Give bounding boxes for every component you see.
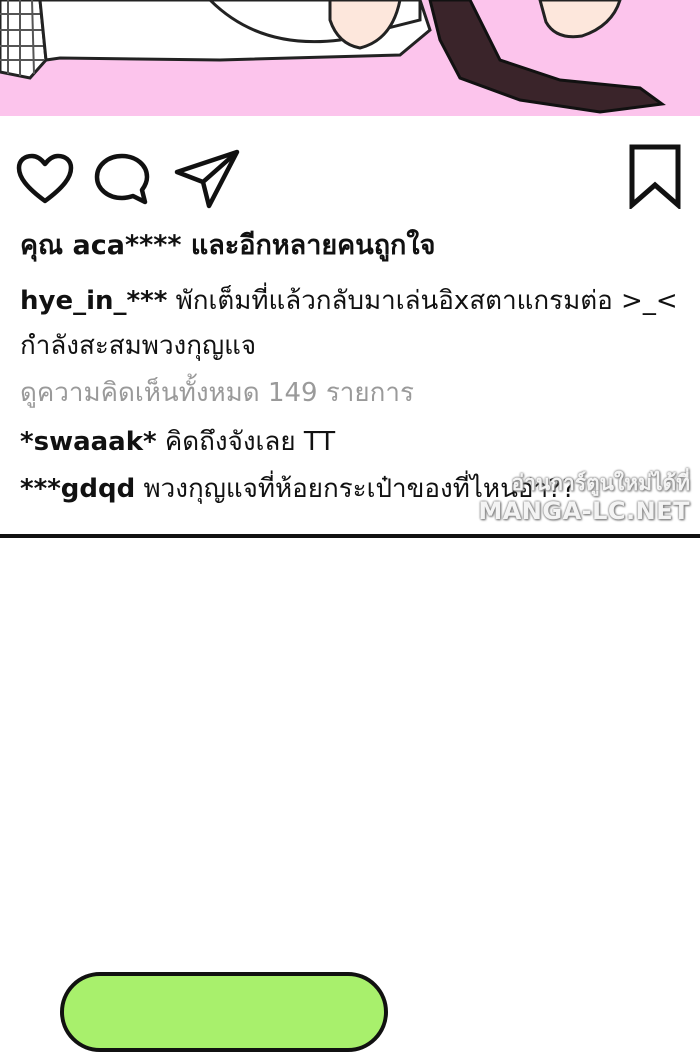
comment-item: *swaaak* คิดถึงจังเลย TT <box>20 421 335 462</box>
caption-line-1: hye_in_*** พักเต็มที่แล้วกลับมาเล่นอิxสต… <box>20 280 678 321</box>
comment-bubble-icon[interactable] <box>93 152 151 206</box>
caption-username[interactable]: hye_in_*** <box>20 286 167 316</box>
send-paper-plane-icon[interactable] <box>173 148 241 210</box>
illustration-drawing <box>0 0 666 114</box>
green-speech-bubble <box>60 972 388 1052</box>
watermark: อ่านการ์ตูนใหม่ได้ที่ MANGA-LC.NET <box>478 470 690 526</box>
watermark-line-1: อ่านการ์ตูนใหม่ได้ที่ <box>511 471 690 495</box>
comment-username[interactable]: *swaaak* <box>20 427 157 457</box>
caption-line-2: กำลังสะสมพวงกุญแจ <box>20 331 257 361</box>
likes-summary[interactable]: คุณ aca**** และอีกหลายคนถูกใจ <box>20 223 435 266</box>
bookmark-icon[interactable] <box>628 143 682 209</box>
view-all-comments-link[interactable]: ดูความคิดเห็นทั้งหมด 149 รายการ <box>20 372 414 413</box>
illustration-panel <box>0 0 700 116</box>
comment-username[interactable]: ***gdqd <box>20 474 135 504</box>
heart-icon[interactable] <box>16 153 74 205</box>
comment-text: คิดถึงจังเลย TT <box>164 427 336 457</box>
watermark-line-2: MANGA-LC.NET <box>478 497 690 525</box>
caption-text: พักเต็มที่แล้วกลับมาเล่นอิxสตาแกรมต่อ >_… <box>175 286 678 316</box>
